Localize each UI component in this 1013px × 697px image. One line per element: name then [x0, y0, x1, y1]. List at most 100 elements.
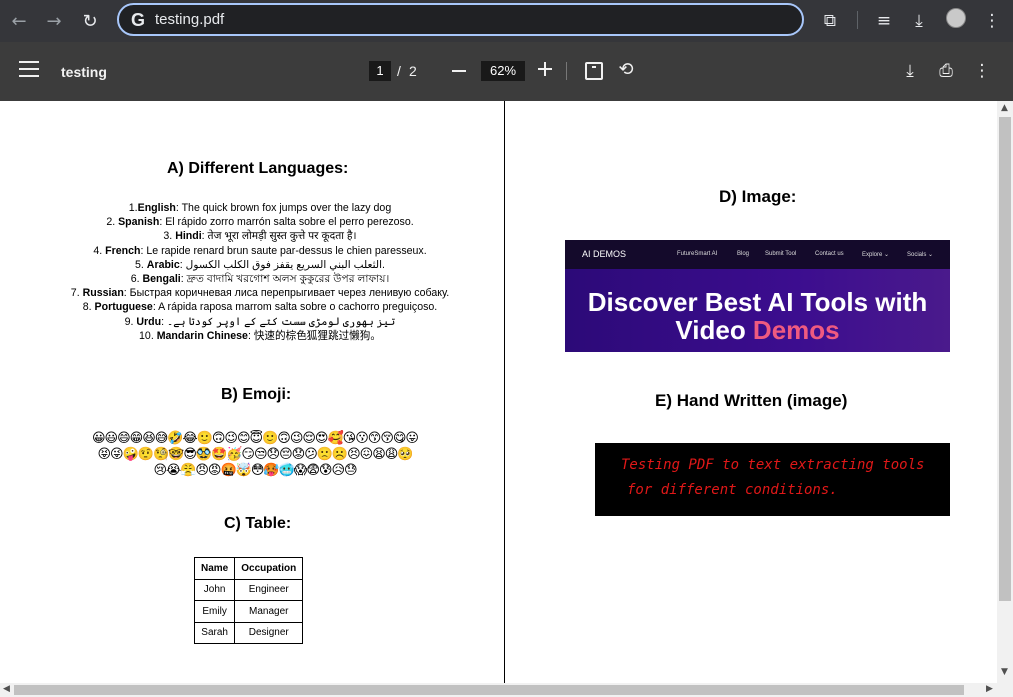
zoom-in-icon[interactable]: [538, 62, 552, 76]
address-bar[interactable]: G testing.pdf: [117, 3, 804, 36]
banner-nav-link: Contact us: [815, 251, 844, 257]
section-heading-emoji: B) Emoji:: [221, 386, 292, 403]
scroll-right-arrow-icon[interactable]: ▶: [986, 684, 993, 694]
more-options-icon[interactable]: ⋮: [971, 60, 993, 82]
browser-toolbar: ← → ↻ G testing.pdf ⧉ ≡ ⤓ ⋮: [0, 0, 1013, 42]
table-cell: Sarah: [193, 621, 236, 644]
language-line: 2. Spanish: El rápido zorro marrón salta…: [30, 215, 490, 229]
banner-headline-line-2: Video Demos: [565, 316, 950, 344]
scroll-left-arrow-icon[interactable]: ◀: [3, 684, 10, 694]
language-sentence: : Le rapide renard brun saute par-dessus…: [140, 244, 427, 257]
pdf-download-icon[interactable]: ⤓: [899, 60, 921, 82]
vertical-scrollbar[interactable]: ▲ ▼: [997, 101, 1013, 683]
rotate-icon[interactable]: ⟲: [616, 60, 636, 80]
banner-headline: Discover Best AI Tools with Video Demos: [565, 288, 950, 344]
horizontal-scrollbar[interactable]: ◀ ▶: [0, 683, 1013, 697]
language-number: 3.: [163, 230, 176, 243]
scroll-up-arrow-icon[interactable]: ▲: [1001, 103, 1008, 113]
banner-logo: AI DEMOS: [582, 249, 627, 259]
language-line: 10. Mandarin Chinese: 快速的棕色狐狸跳过懒狗。: [30, 329, 490, 343]
reload-icon[interactable]: ↻: [76, 7, 104, 35]
language-sentence: : الثعلب البني السريع يقفز فوق الكلب الك…: [179, 258, 385, 271]
handwritten-line-2: for different conditions.: [627, 482, 838, 498]
pdf-toolbar: testing 1 / 2 62% ⟲ ⤓ ⎙ ⋮: [0, 42, 1013, 101]
language-sentence: : Быстрая коричневая лиса перепрыгивает …: [123, 287, 450, 300]
section-heading-handwritten: E) Hand Written (image): [655, 391, 848, 410]
print-icon[interactable]: ⎙: [935, 60, 957, 82]
language-name: Russian: [82, 287, 124, 300]
language-name: Arabic: [146, 258, 180, 271]
language-number: 8.: [82, 301, 95, 314]
table-header-cell: Name: [193, 557, 236, 580]
emoji-line: 😀😃😄😁😆😅🤣😂🙂🙃😉😊😇🙂🙃😉😌😍🥰😘😗😙😚😋😛: [92, 431, 419, 446]
document-title: testing: [61, 64, 107, 80]
sidebar-menu-icon[interactable]: [19, 61, 39, 81]
profile-avatar[interactable]: [946, 8, 966, 28]
zoom-out-icon[interactable]: [452, 70, 466, 72]
table-row: Sarah Designer: [193, 621, 304, 644]
table-cell: Engineer: [234, 578, 304, 601]
language-line: 1.English: The quick brown fox jumps ove…: [30, 201, 490, 215]
language-name: Bengali: [142, 273, 181, 286]
table-row: Emily Manager: [193, 600, 304, 623]
language-name: Spanish: [118, 216, 160, 229]
banner-nav-link: FutureSmart AI: [677, 251, 718, 257]
language-line: 4. French: Le rapide renard brun saute p…: [30, 244, 490, 258]
language-number: 6.: [130, 273, 143, 286]
emoji-line: 😝😜🤪🤨🧐🤓😎🥸🤩🥳😏😒😞😔😟😕🙁☹️😣😖😫😩🥺: [97, 447, 413, 462]
language-line: 3. Hindi: तेज भूरा लोमड़ी सुस्त कुत्ते प…: [30, 229, 490, 243]
language-name: French: [105, 244, 141, 257]
chrome-menu-icon[interactable]: ⋮: [978, 7, 1006, 35]
extensions-puzzle-icon[interactable]: ⧉: [816, 7, 844, 35]
zoom-level-input[interactable]: 62%: [481, 61, 525, 81]
page-separator: /: [397, 63, 401, 79]
section-heading-image: D) Image:: [719, 187, 797, 206]
language-line: 7. Russian: Быстрая коричневая лиса пере…: [30, 286, 490, 300]
language-name: Portuguese: [94, 301, 153, 314]
forward-arrow-icon[interactable]: →: [40, 7, 68, 35]
table-header-row: Name Occupation: [193, 557, 304, 580]
language-sentence: : تیز بھوری لومڑی سست کتے کے اوپر کودتا …: [161, 315, 396, 328]
table-cell: Manager: [234, 600, 304, 623]
google-g-icon: G: [130, 9, 145, 30]
pdf-viewport[interactable]: A) Different Languages: 1.English: The q…: [0, 101, 1013, 697]
language-name: Hindi: [175, 230, 202, 243]
page-number-input[interactable]: 1: [369, 61, 391, 81]
table-header-cell: Occupation: [234, 557, 304, 580]
emoji-line: 😢😭😤😠😡🤬🤯😳🥵🥶😱😨😰😥😓: [153, 463, 357, 478]
media-queue-icon[interactable]: ≡: [870, 7, 898, 35]
language-number: 7.: [70, 287, 83, 300]
section-heading-table: C) Table:: [224, 515, 292, 532]
address-bar-url[interactable]: testing.pdf: [155, 11, 224, 28]
page-divider: [504, 101, 505, 683]
language-number: 5.: [135, 258, 147, 271]
page-count: 2: [409, 63, 417, 79]
language-sentence: : দ্রুত বাদামি খরগোশ অলস কুকুরের উপর লাফ…: [180, 273, 390, 286]
toolbar-divider: [566, 62, 567, 80]
table-cell: Emily: [193, 600, 236, 623]
horizontal-scroll-thumb[interactable]: [14, 685, 964, 695]
table-row: John Engineer: [193, 578, 304, 601]
toolbar-divider: [857, 11, 858, 29]
fit-to-page-icon[interactable]: [585, 62, 603, 80]
scroll-down-arrow-icon[interactable]: ▼: [1001, 667, 1008, 677]
vertical-scroll-thumb[interactable]: [999, 117, 1011, 601]
language-number: 9.: [124, 315, 137, 328]
language-name: English: [137, 202, 176, 214]
back-arrow-icon[interactable]: ←: [5, 7, 33, 35]
banner-nav-link: Socials ⌄: [907, 252, 934, 258]
emoji-block: 😀😃😄😁😆😅🤣😂🙂🙃😉😊😇🙂🙃😉😌😍🥰😘😗😙😚😋😛 😝😜🤪🤨🧐🤓😎🥸🤩🥳😏😒😞😔…: [50, 431, 460, 479]
language-line: 5. Arabic: الثعلب البني السريع يقفز فوق …: [30, 258, 490, 272]
language-name: Urdu: [136, 315, 162, 328]
language-sentence: : A rápida raposa marrom salta sobre o c…: [152, 301, 438, 314]
language-sentence: : तेज भूरा लोमड़ी सुस्त कुत्ते पर कूदता …: [201, 230, 357, 243]
language-line: 9. Urdu: تیز بھوری لومڑی سست کتے کے اوپر…: [30, 315, 490, 329]
language-name: Mandarin Chinese: [156, 329, 248, 342]
handwritten-image: Testing PDF to text extracting tools for…: [595, 443, 950, 516]
banner-nav-link: Explore ⌄: [862, 252, 890, 258]
table-cell: John: [193, 578, 236, 601]
download-icon[interactable]: ⤓: [905, 7, 933, 35]
banner-navbar: AI DEMOS FutureSmart AI Blog Submit Tool…: [565, 240, 950, 269]
handwritten-line-1: Testing PDF to text extracting tools: [621, 457, 925, 473]
section-heading-languages: A) Different Languages:: [167, 160, 349, 177]
